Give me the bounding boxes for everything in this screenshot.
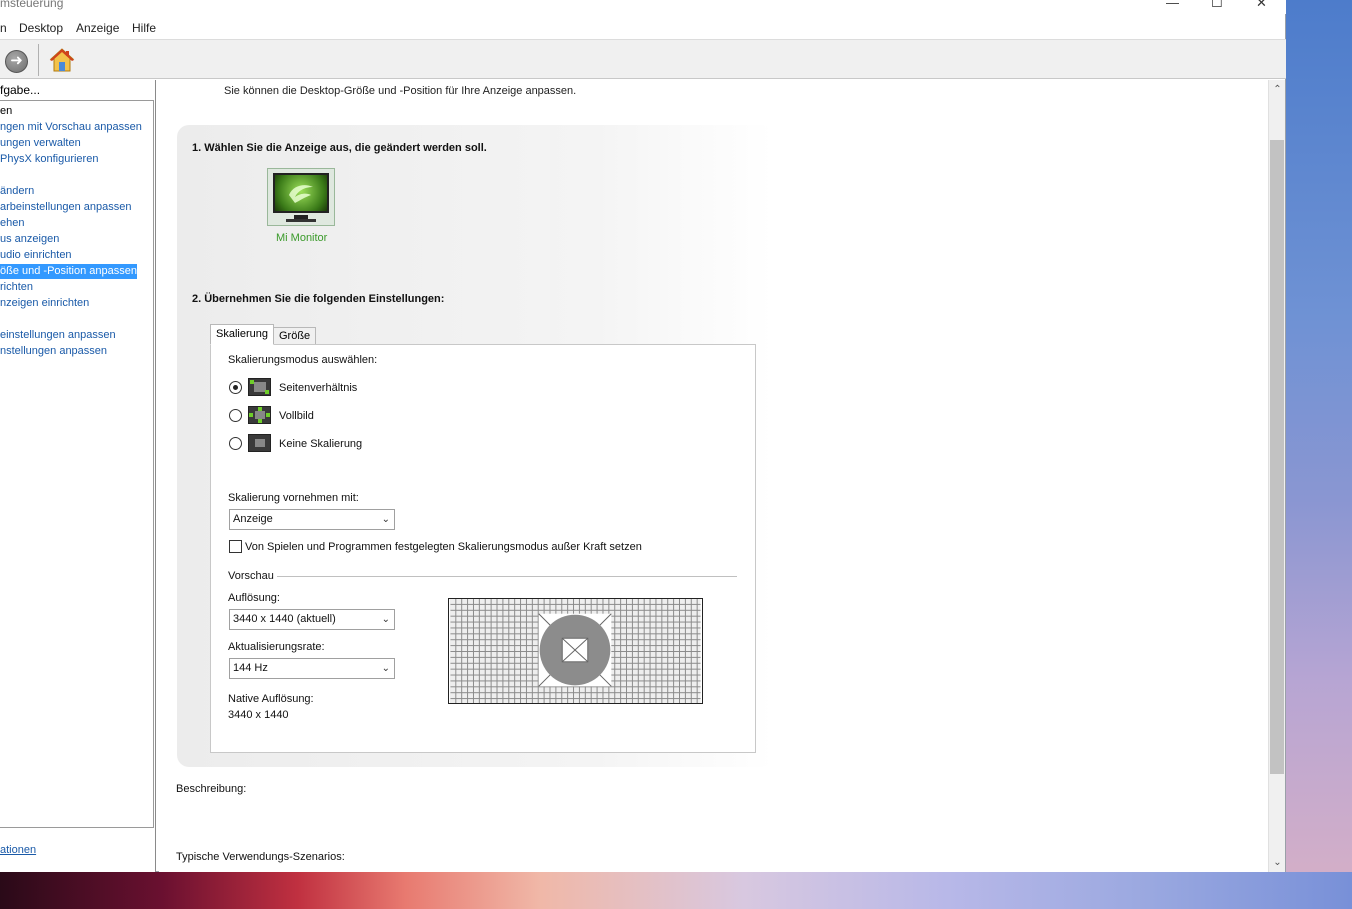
task-tree: en ngen mit Vorschau anpassen ungen verw… [0,100,154,828]
tree-item[interactable]: nzeigen einrichten [0,296,93,311]
settings-panel: 1. Wählen Sie die Anzeige aus, die geänd… [177,125,773,767]
main-content: Sie können die Desktop-Größe und -Positi… [159,80,1269,872]
tree-item-selected[interactable]: öße und -Position anpassen [0,264,137,279]
monitor-select-tile[interactable] [267,168,335,226]
toolbar-separator [38,44,39,76]
menu-bar: n Desktop Anzeige Hilfe [0,18,1286,38]
mode-fullscreen-label[interactable]: Vollbild [279,410,314,422]
tree-item[interactable]: PhysX konfigurieren [0,152,102,167]
menu-anzeige[interactable]: Anzeige [76,21,119,35]
radio-no-scaling[interactable] [229,437,242,450]
refresh-rate-label: Aktualisierungsrate: [228,641,325,653]
menu-hilfe[interactable]: Hilfe [132,21,156,35]
refresh-rate-value: 144 Hz [233,662,268,674]
perform-scaling-label: Skalierung vornehmen mit: [228,492,359,504]
group-divider [277,576,737,577]
tree-item[interactable]: ngen mit Vorschau anpassen [0,120,146,135]
menu-desktop[interactable]: Desktop [19,21,63,35]
nvidia-control-panel-window: msteuerung — ☐ ✕ n Desktop Anzeige Hilfe… [0,0,1286,872]
mode-aspect-ratio-label[interactable]: Seitenverhältnis [279,382,357,394]
system-info-link[interactable]: ationen [0,844,36,856]
tab-scaling[interactable]: Skalierung [210,324,274,345]
forward-arrow-icon[interactable]: ➜ [5,50,28,73]
desktop-background-bottom [0,872,1352,909]
perform-scaling-select[interactable]: Anzeige ⌄ [229,509,395,530]
tree-item[interactable]: udio einrichten [0,248,76,263]
resolution-label: Auflösung: [228,592,280,604]
override-label[interactable]: Von Spielen und Programmen festgelegten … [245,541,642,553]
radio-fullscreen[interactable] [229,409,242,422]
override-checkbox[interactable] [229,540,242,553]
native-resolution-value: 3440 x 1440 [228,709,289,721]
mode-no-scaling-label[interactable]: Keine Skalierung [279,438,362,450]
step2-title: 2. Übernehmen Sie die folgenden Einstell… [192,293,445,305]
scenarios-label: Typische Verwendungs-Szenarios: [176,851,345,863]
chevron-down-icon: ⌄ [381,663,390,674]
step1-title: 1. Wählen Sie die Anzeige aus, die geänd… [192,142,487,154]
tab-size[interactable]: Größe [273,327,317,345]
vertical-scrollbar[interactable]: ⌃ ⌄ [1268,80,1285,872]
aspect-ratio-icon [248,378,271,396]
chevron-down-icon: ⌄ [381,614,390,625]
preview-group-label: Vorschau [228,570,274,582]
refresh-rate-select[interactable]: 144 Hz ⌄ [229,658,395,679]
tab-scaling-body: Skalierungsmodus auswählen: Seitenverhäl… [210,344,756,753]
tree-item[interactable]: nstellungen anpassen [0,344,111,359]
menu-file[interactable]: n [0,21,7,35]
nvidia-monitor-icon [273,173,329,213]
title-bar: msteuerung — ☐ ✕ [0,0,1286,14]
description-label: Beschreibung: [176,783,247,795]
perform-scaling-value: Anzeige [233,513,273,525]
scaling-mode-label: Skalierungsmodus auswählen: [228,354,378,366]
native-resolution-label: Native Auflösung: [228,693,314,705]
intro-text: Sie können die Desktop-Größe und -Positi… [224,85,577,97]
chevron-down-icon: ⌄ [381,514,390,525]
resolution-select[interactable]: 3440 x 1440 (aktuell) ⌄ [229,609,395,630]
fullscreen-icon [248,406,271,424]
close-button[interactable]: ✕ [1256,0,1267,11]
chevron-down-icon[interactable]: ⌄ [1269,854,1286,871]
task-label: fgabe... [0,83,41,97]
tree-item[interactable]: ändern [0,184,38,199]
monitor-base [286,219,316,222]
tree-item[interactable]: einstellungen anpassen [0,328,120,343]
scaling-preview-image [448,598,703,704]
scrollbar-thumb[interactable] [1270,140,1284,774]
monitor-label: Mi Monitor [276,232,328,244]
desktop-background-right [1286,0,1352,909]
home-icon[interactable] [49,47,75,73]
tree-item[interactable]: richten [0,280,37,295]
chevron-up-icon[interactable]: ⌃ [1269,81,1286,98]
tree-item[interactable]: arbeinstellungen anpassen [0,200,136,215]
task-sidebar: fgabe... en ngen mit Vorschau anpassen u… [0,80,156,872]
radio-aspect-ratio[interactable] [229,381,242,394]
minimize-button[interactable]: — [1166,0,1179,10]
tree-item[interactable]: ehen [0,216,28,231]
window-title: msteuerung [0,0,64,10]
maximize-button[interactable]: ☐ [1211,0,1223,11]
resolution-value: 3440 x 1440 (aktuell) [233,613,336,625]
tree-item[interactable]: ungen verwalten [0,136,85,151]
tree-item[interactable]: us anzeigen [0,232,63,247]
no-scaling-icon [248,434,271,452]
toolbar: ➜ [0,39,1286,79]
tree-item[interactable]: en [0,104,16,119]
